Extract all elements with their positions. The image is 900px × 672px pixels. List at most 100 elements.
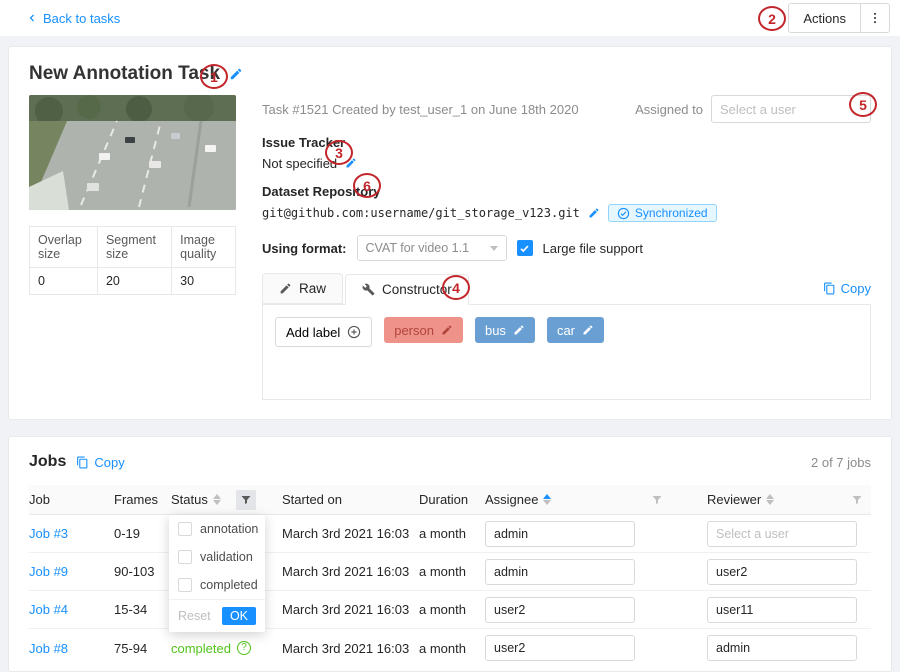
frames-value: 15-34 — [114, 602, 147, 617]
dots-vertical-icon — [868, 10, 882, 26]
task-params-table: Overlap size Segment size Image quality … — [29, 226, 236, 295]
large-file-label: Large file support — [543, 241, 643, 256]
param-header-segment: Segment size — [97, 227, 171, 268]
column-header-status[interactable]: Status — [171, 490, 282, 510]
param-value-quality: 30 — [172, 268, 236, 295]
job-link[interactable]: Job #3 — [29, 526, 68, 541]
assigned-to-input[interactable] — [711, 95, 871, 123]
table-row: Job #4 15-34 March 3rd 2021 16:03 a mont… — [29, 591, 871, 629]
jobs-table: Job Frames Status Started on Duration As… — [29, 485, 871, 667]
reviewer-input[interactable] — [707, 597, 857, 623]
status-filter-icon[interactable] — [236, 490, 256, 510]
back-to-tasks-link[interactable]: Back to tasks — [26, 11, 120, 26]
filter-option-annotation[interactable]: annotation — [169, 515, 265, 543]
filter-ok-button[interactable]: OK — [222, 607, 256, 625]
pencil-icon[interactable] — [513, 324, 525, 336]
jobs-copy-label: Copy — [94, 455, 124, 470]
assignee-input[interactable] — [485, 597, 635, 623]
assigned-to-label: Assigned to — [635, 102, 703, 117]
filter-reset-button[interactable]: Reset — [178, 609, 211, 623]
checkbox-unchecked[interactable] — [178, 550, 192, 564]
duration-value: a month — [419, 641, 466, 656]
sort-icon[interactable] — [213, 494, 221, 505]
callout-5: 5 — [849, 92, 877, 117]
jobs-copy-link[interactable]: Copy — [76, 455, 124, 470]
duration-value: a month — [419, 602, 466, 617]
column-header-job: Job — [29, 492, 114, 507]
dataset-repository-url: git@github.com:username/git_storage_v123… — [262, 206, 580, 220]
edit-repository-icon[interactable] — [588, 207, 600, 219]
format-select[interactable]: CVAT for video 1.1 — [357, 235, 507, 261]
checkbox-unchecked[interactable] — [178, 522, 192, 536]
table-row: Job #9 90-103 March 3rd 2021 16:03 a mon… — [29, 553, 871, 591]
filter-option-validation[interactable]: validation — [169, 543, 265, 571]
labels-constructor-panel: Add label person bus — [262, 304, 871, 400]
label-tag-car[interactable]: car — [547, 317, 604, 343]
reviewer-filter-icon[interactable] — [851, 494, 863, 506]
reviewer-input[interactable] — [707, 559, 857, 585]
copy-icon — [823, 282, 836, 295]
status-filter-dropdown: annotation validation completed Reset OK — [169, 515, 265, 632]
copy-icon — [76, 456, 89, 469]
pencil-icon[interactable] — [441, 324, 453, 336]
pencil-icon[interactable] — [582, 324, 594, 336]
pencil-icon — [279, 282, 292, 295]
plus-circle-icon — [347, 325, 361, 339]
label-tag-person[interactable]: person — [384, 317, 463, 343]
labels-copy-link[interactable]: Copy — [823, 281, 871, 296]
column-header-frames: Frames — [114, 492, 171, 507]
task-preview-image — [29, 95, 236, 210]
large-file-checkbox[interactable] — [517, 240, 533, 256]
label-tag-person-name: person — [394, 323, 434, 338]
param-header-quality: Image quality — [172, 227, 236, 268]
assignee-input[interactable] — [485, 521, 635, 547]
job-link[interactable]: Job #9 — [29, 564, 68, 579]
table-row: Job #8 75-94 completed ? March 3rd 2021 … — [29, 629, 871, 667]
tab-raw[interactable]: Raw — [262, 273, 343, 304]
sync-status-badge: Synchronized — [608, 204, 717, 222]
duration-value: a month — [419, 526, 466, 541]
reviewer-input[interactable] — [707, 521, 857, 547]
actions-more-segment[interactable] — [860, 4, 889, 32]
chevron-left-icon — [26, 12, 38, 24]
callout-2: 2 — [758, 6, 786, 31]
filter-option-completed[interactable]: completed — [169, 571, 265, 599]
labels-copy-label: Copy — [841, 281, 871, 296]
label-tag-car-name: car — [557, 323, 575, 338]
column-header-assignee[interactable]: Assignee — [485, 492, 707, 507]
started-value: March 3rd 2021 16:03 — [282, 602, 409, 617]
callout-6: 6 — [353, 173, 381, 198]
param-value-segment: 20 — [97, 268, 171, 295]
reviewer-input[interactable] — [707, 635, 857, 661]
add-label-text: Add label — [286, 325, 340, 340]
using-format-label: Using format: — [262, 241, 347, 256]
started-value: March 3rd 2021 16:03 — [282, 526, 409, 541]
edit-title-icon[interactable] — [229, 67, 243, 81]
frames-value: 0-19 — [114, 526, 140, 541]
actions-label[interactable]: Actions — [789, 4, 860, 32]
sort-icon[interactable] — [766, 494, 774, 505]
job-link[interactable]: Job #4 — [29, 602, 68, 617]
status-value: completed — [171, 641, 231, 656]
job-link[interactable]: Job #8 — [29, 641, 68, 656]
started-value: March 3rd 2021 16:03 — [282, 641, 409, 656]
actions-button[interactable]: Actions — [788, 3, 890, 33]
check-circle-icon — [617, 207, 630, 220]
callout-4: 4 — [442, 275, 470, 300]
column-header-duration: Duration — [419, 492, 485, 507]
checkbox-unchecked[interactable] — [178, 578, 192, 592]
task-meta-text: Task #1521 Created by test_user_1 on Jun… — [262, 102, 579, 117]
assignee-input[interactable] — [485, 559, 635, 585]
label-tag-bus[interactable]: bus — [475, 317, 535, 343]
assignee-filter-icon[interactable] — [651, 494, 663, 506]
build-icon — [362, 283, 375, 296]
assignee-input[interactable] — [485, 635, 635, 661]
column-header-reviewer[interactable]: Reviewer — [707, 492, 871, 507]
add-label-button[interactable]: Add label — [275, 317, 372, 347]
chevron-down-icon — [490, 246, 498, 251]
sort-icon[interactable] — [543, 494, 551, 505]
task-title: New Annotation Task — [29, 63, 220, 85]
question-circle-icon: ? — [237, 641, 251, 655]
format-selected-value: CVAT for video 1.1 — [366, 241, 470, 255]
table-row: Job #3 0-19 March 3rd 2021 16:03 a month — [29, 515, 871, 553]
